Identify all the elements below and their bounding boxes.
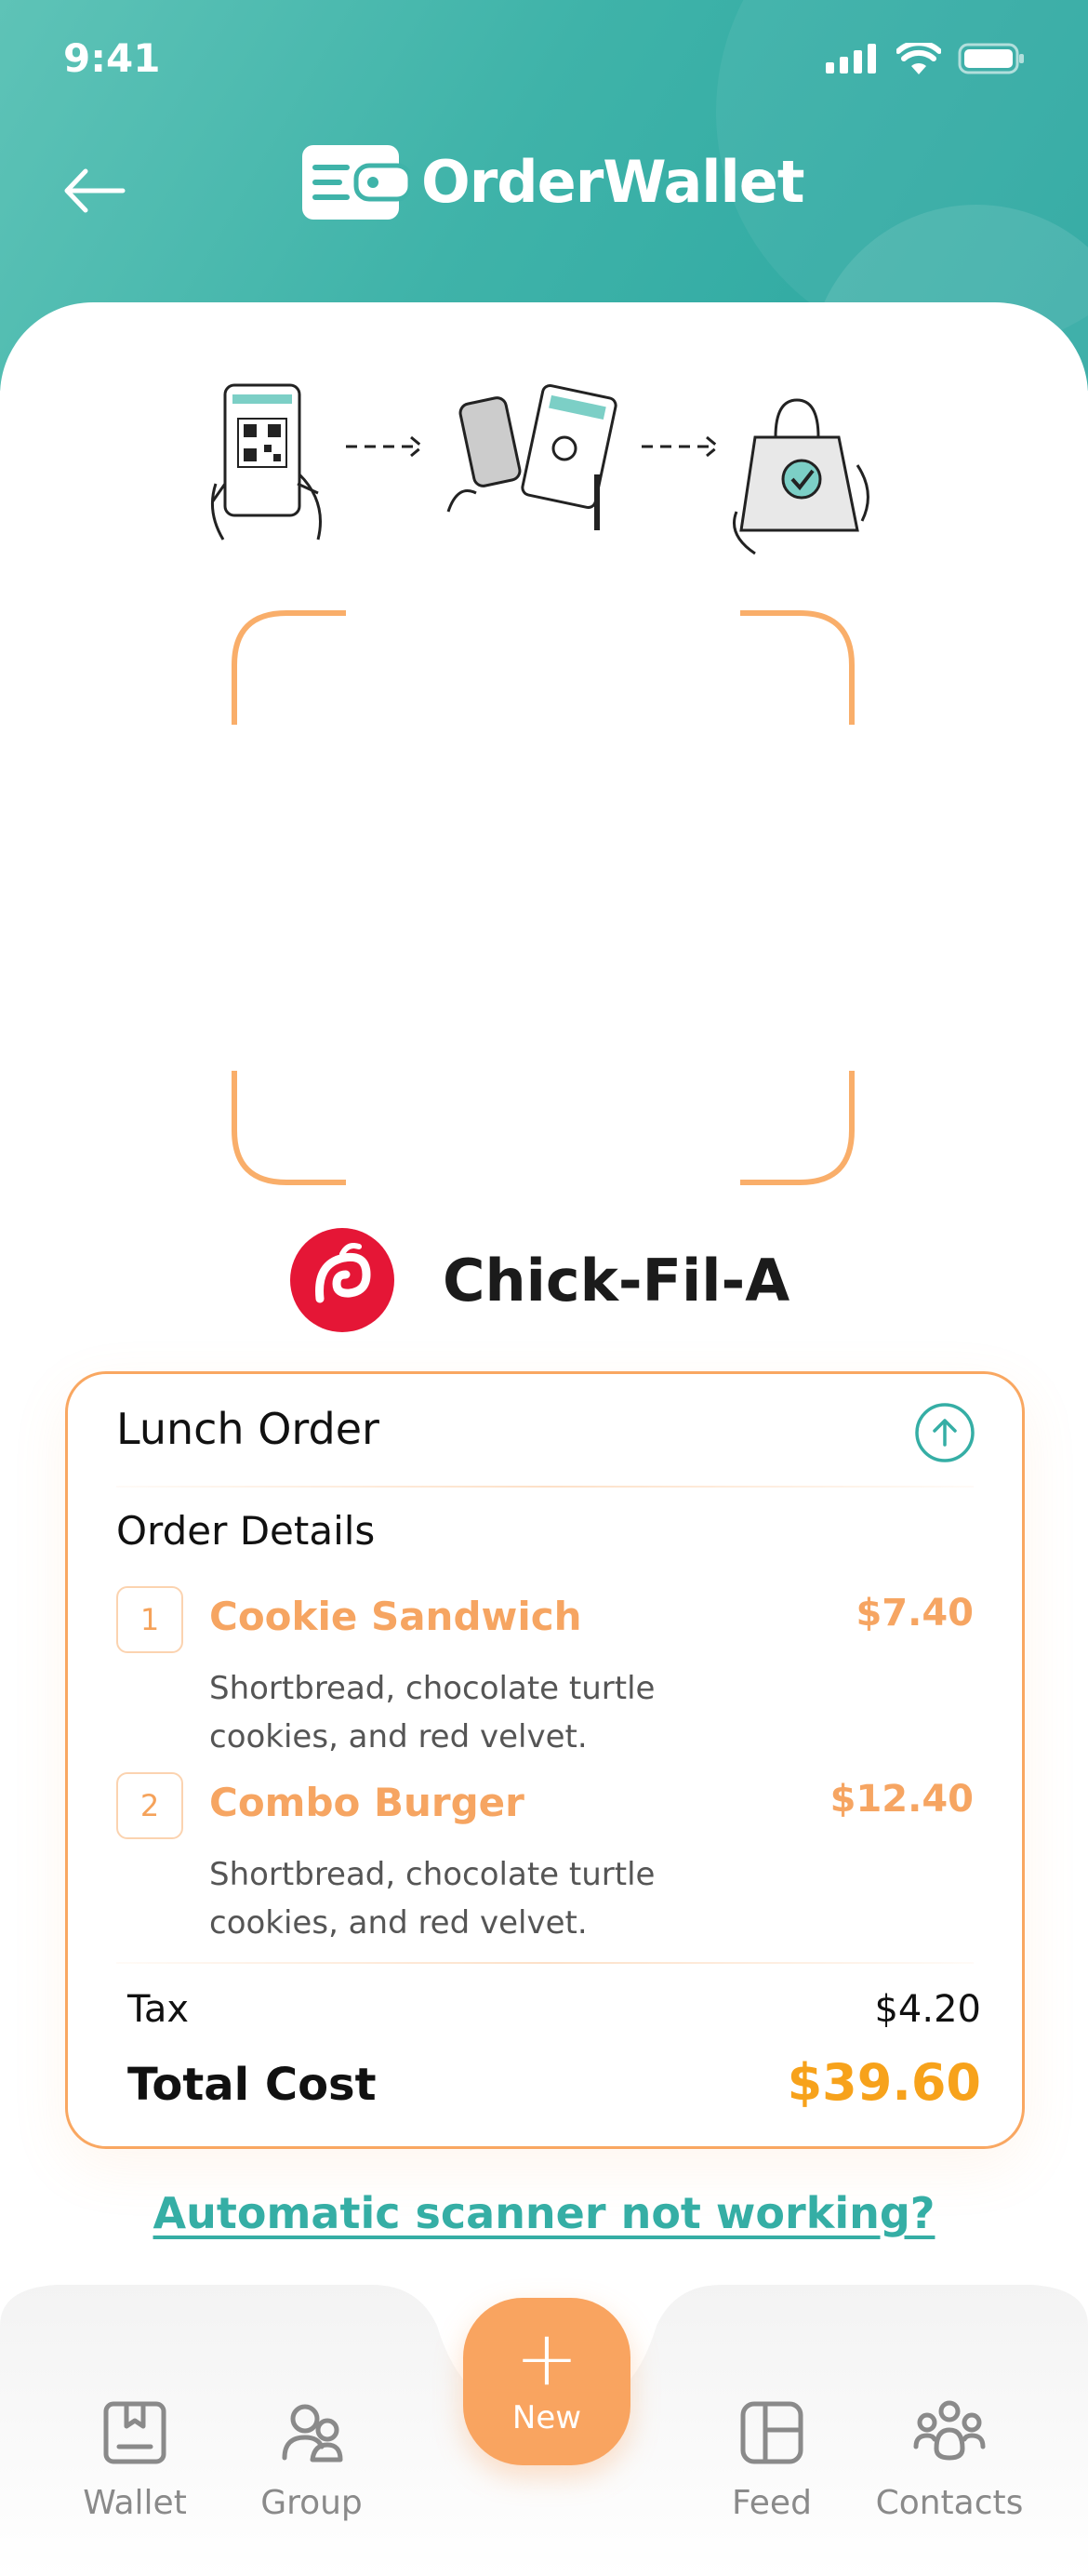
divider bbox=[116, 1962, 974, 1964]
nav-feed[interactable]: Feed bbox=[688, 2398, 856, 2522]
item-number: 1 bbox=[116, 1586, 183, 1653]
item-description: Shortbread, chocolate turtle cookies, an… bbox=[209, 1670, 656, 1755]
nav-label: Feed bbox=[732, 2484, 812, 2522]
scan-steps-illustration bbox=[210, 383, 869, 555]
new-button-label: New bbox=[511, 2399, 582, 2436]
collapse-up-icon[interactable] bbox=[914, 1402, 975, 1463]
status-icons bbox=[826, 43, 1025, 74]
nav-label: Contacts bbox=[875, 2484, 1024, 2522]
nav-label: Group bbox=[260, 2484, 363, 2522]
brand-logo: OrderWallet bbox=[302, 140, 804, 223]
signal-icon bbox=[826, 44, 876, 73]
nav-group[interactable]: Group bbox=[228, 2398, 395, 2522]
plus-icon: + bbox=[514, 2315, 579, 2403]
item-name: Cookie Sandwich bbox=[209, 1594, 582, 1639]
brand-name: OrderWallet bbox=[421, 147, 804, 216]
divider bbox=[116, 1486, 974, 1488]
item-price: $12.40 bbox=[829, 1778, 974, 1821]
item-description: Shortbread, chocolate turtle cookies, an… bbox=[209, 1856, 656, 1942]
wallet-icon bbox=[103, 2401, 166, 2464]
restaurant-header: Chick-Fil-A bbox=[288, 1226, 789, 1334]
scanner-frame bbox=[232, 610, 855, 1185]
nav-wallet[interactable]: Wallet bbox=[51, 2398, 219, 2522]
item-name: Combo Burger bbox=[209, 1780, 524, 1825]
tax-value: $4.20 bbox=[874, 1988, 981, 2031]
restaurant-name: Chick-Fil-A bbox=[443, 1246, 790, 1315]
item-price: $7.40 bbox=[856, 1592, 974, 1635]
total-label: Total Cost bbox=[127, 2059, 377, 2111]
scanner-help-link[interactable]: Automatic scanner not working? bbox=[0, 2188, 1088, 2238]
total-value: $39.60 bbox=[787, 2053, 981, 2112]
group-icon bbox=[282, 2404, 343, 2463]
status-time: 9:41 bbox=[63, 35, 161, 81]
shopping-bag-illustration bbox=[733, 398, 869, 555]
wallet-logo-icon bbox=[302, 145, 410, 220]
order-card: Lunch Order Order Details 1 Cookie Sandw… bbox=[65, 1371, 1025, 2149]
tax-label: Tax bbox=[127, 1988, 189, 2031]
nav-label: Wallet bbox=[83, 2484, 187, 2522]
restaurant-logo bbox=[290, 1228, 394, 1332]
order-title: Lunch Order bbox=[116, 1404, 379, 1454]
phone-qr-illustration bbox=[210, 383, 322, 541]
back-arrow-icon[interactable] bbox=[58, 158, 132, 223]
item-number: 2 bbox=[116, 1772, 183, 1839]
nav-contacts[interactable]: Contacts bbox=[866, 2398, 1033, 2522]
feed-icon bbox=[740, 2401, 803, 2464]
contacts-icon bbox=[913, 2400, 986, 2461]
new-button[interactable]: + New bbox=[463, 2298, 630, 2465]
payment-illustration bbox=[446, 383, 617, 530]
order-details-title: Order Details bbox=[116, 1508, 376, 1554]
wifi-icon bbox=[896, 43, 941, 74]
battery-icon bbox=[958, 43, 1024, 74]
